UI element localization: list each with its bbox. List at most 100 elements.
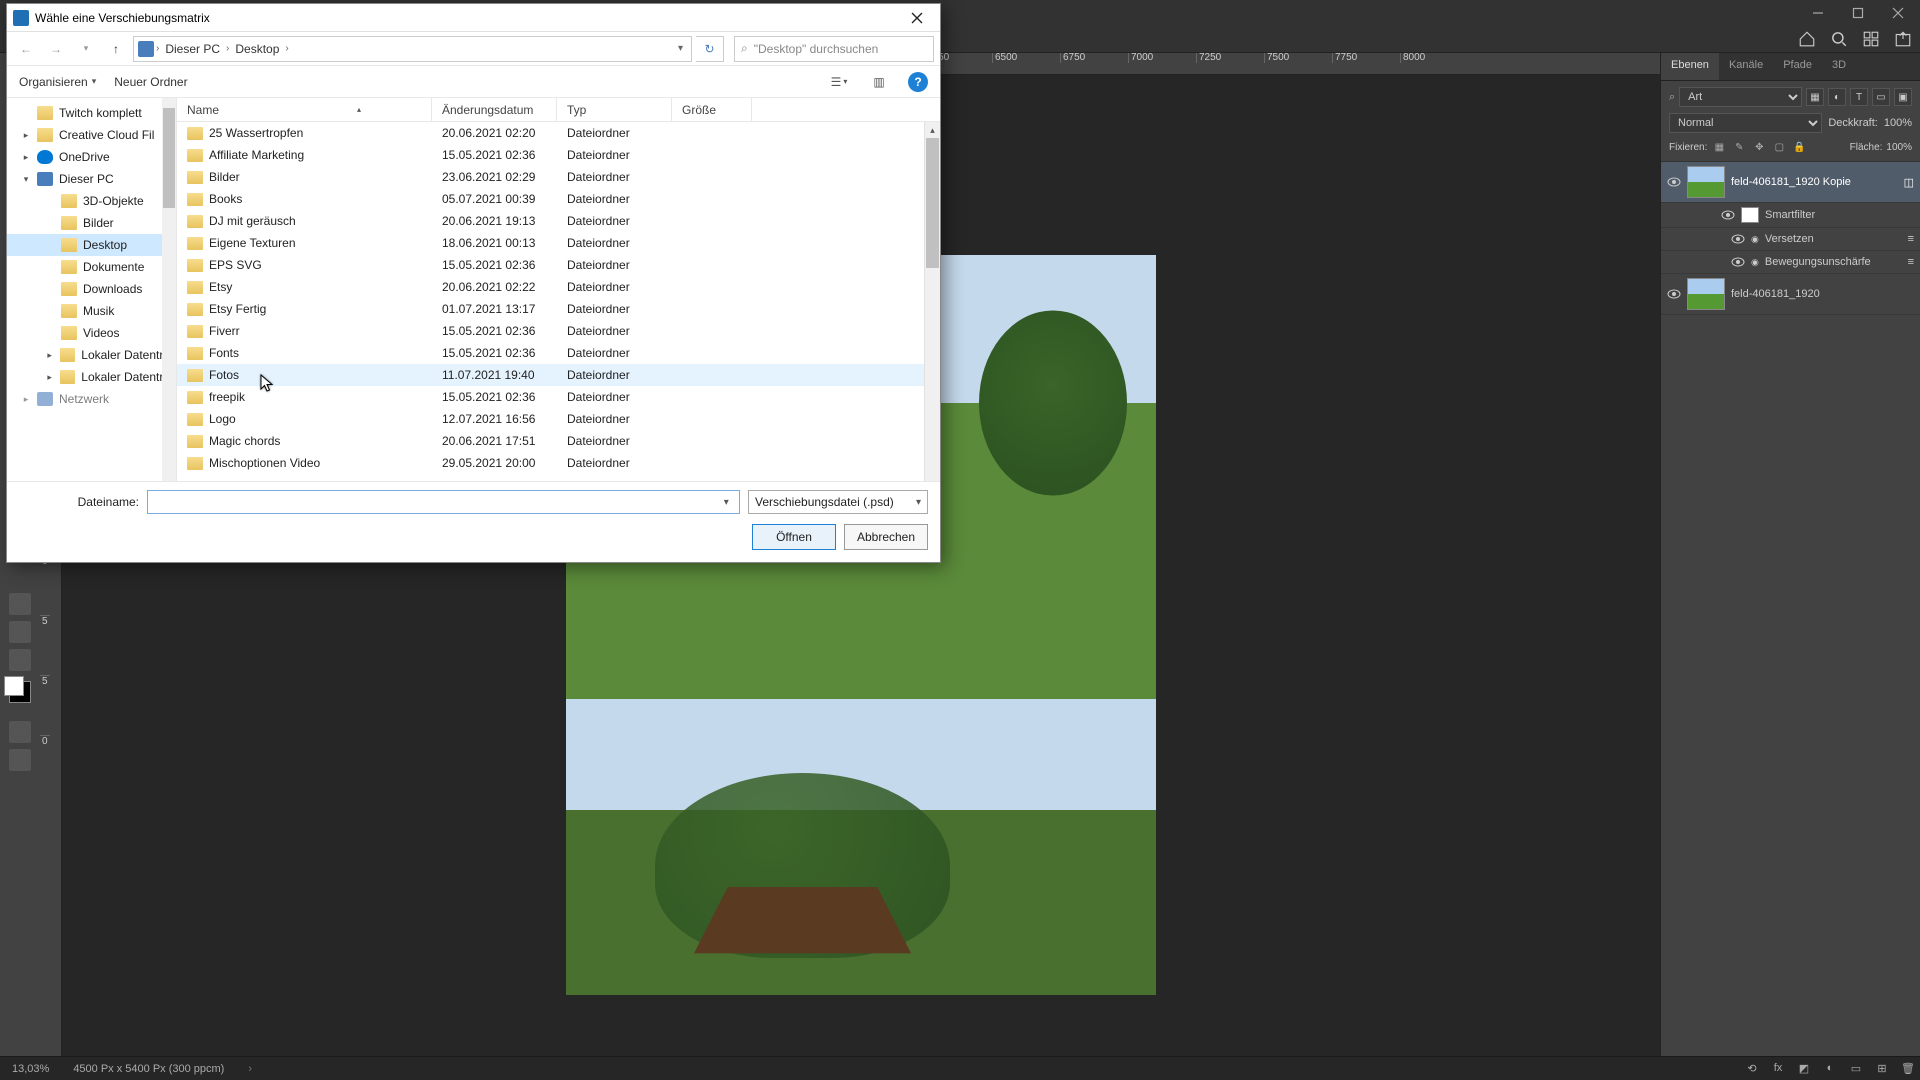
file-row[interactable]: DJ mit geräusch20.06.2021 19:13Dateiordn… — [177, 210, 940, 232]
open-button[interactable]: Öffnen — [752, 524, 836, 550]
file-row[interactable]: Fonts15.05.2021 02:36Dateiordner — [177, 342, 940, 364]
tree-item[interactable]: Dokumente — [7, 256, 176, 278]
file-row[interactable]: Magic chords20.06.2021 17:51Dateiordner — [177, 430, 940, 452]
blend-mode-select[interactable]: Normal — [1669, 113, 1822, 133]
filename-input[interactable]: ▾ — [147, 490, 740, 514]
tab-ebenen[interactable]: Ebenen — [1661, 53, 1719, 80]
opacity-value[interactable]: 100% — [1884, 117, 1912, 129]
layer-row[interactable]: feld-406181_1920 — [1661, 274, 1920, 315]
color-swatch[interactable] — [9, 681, 31, 703]
filter-pixel-icon[interactable]: ▦ — [1806, 88, 1824, 106]
tree-item[interactable]: ▸OneDrive — [7, 146, 176, 168]
layer-filter-kind[interactable]: Art — [1679, 87, 1802, 107]
tree-item[interactable]: 3D-Objekte — [7, 190, 176, 212]
filter-adjust-icon[interactable]: ◐ — [1828, 88, 1846, 106]
maximize-button[interactable] — [1838, 2, 1878, 24]
filter-options-icon[interactable]: ≡ — [1908, 256, 1914, 268]
lock-transparency-icon[interactable]: ▦ — [1711, 139, 1727, 155]
group-icon[interactable]: ▭ — [1848, 1060, 1864, 1076]
fx-icon[interactable]: fx — [1770, 1060, 1786, 1076]
file-row[interactable]: Fiverr15.05.2021 02:36Dateiordner — [177, 320, 940, 342]
visibility-eye-icon[interactable] — [1721, 208, 1735, 222]
tool-icon[interactable] — [9, 749, 31, 771]
tab-3d[interactable]: 3D — [1822, 53, 1856, 80]
chevron-down-icon[interactable]: ▾ — [73, 36, 99, 62]
folder-tree[interactable]: Twitch komplett▸Creative Cloud Fil▸OneDr… — [7, 98, 177, 481]
file-row[interactable]: EPS SVG15.05.2021 02:36Dateiordner — [177, 254, 940, 276]
tool-icon[interactable] — [9, 649, 31, 671]
scrollbar[interactable] — [162, 98, 176, 481]
tree-item[interactable]: ▸Netzwerk — [7, 388, 176, 410]
tree-item[interactable]: ▸Creative Cloud Fil — [7, 124, 176, 146]
file-row[interactable]: Etsy20.06.2021 02:22Dateiordner — [177, 276, 940, 298]
layer-row[interactable]: Smartfilter — [1661, 203, 1920, 228]
filter-options-icon[interactable]: ≡ — [1908, 233, 1914, 245]
file-row[interactable]: Mischoptionen Video29.05.2021 20:00Datei… — [177, 452, 940, 474]
chevron-down-icon[interactable]: ▾ — [718, 497, 735, 508]
mask-icon[interactable]: ◩ — [1796, 1060, 1812, 1076]
chevron-right-icon[interactable]: › — [156, 43, 159, 54]
dialog-close-button[interactable] — [900, 6, 934, 30]
adjustment-icon[interactable]: ◐ — [1822, 1060, 1838, 1076]
new-folder-button[interactable]: Neuer Ordner — [114, 75, 187, 89]
breadcrumb-pc[interactable]: Dieser PC — [161, 40, 224, 58]
nav-forward-button[interactable]: → — [43, 36, 69, 62]
scrollbar[interactable]: ▴ ▾ — [924, 122, 940, 481]
cancel-button[interactable]: Abbrechen — [844, 524, 928, 550]
tool-icon[interactable] — [9, 593, 31, 615]
filetype-select[interactable]: Verschiebungsdatei (.psd) ▾ — [748, 490, 928, 514]
address-bar[interactable]: › Dieser PC › Desktop › ▾ — [133, 36, 692, 62]
lock-artboard-icon[interactable]: ▢ — [1771, 139, 1787, 155]
filter-type-icon[interactable]: T — [1850, 88, 1868, 106]
share-icon[interactable] — [1894, 30, 1912, 48]
file-row[interactable]: 25 Wassertropfen20.06.2021 02:20Dateiord… — [177, 122, 940, 144]
tree-item[interactable]: ▸Lokaler Datenträ — [7, 366, 176, 388]
file-row[interactable]: Books05.07.2021 00:39Dateiordner — [177, 188, 940, 210]
visibility-eye-icon[interactable] — [1667, 175, 1681, 189]
tool-icon[interactable] — [9, 721, 31, 743]
tree-chevron-icon[interactable]: ▸ — [21, 394, 31, 405]
file-row[interactable]: Affiliate Marketing15.05.2021 02:36Datei… — [177, 144, 940, 166]
visibility-eye-icon[interactable] — [1667, 287, 1681, 301]
tree-chevron-icon[interactable]: ▸ — [45, 350, 54, 361]
chevron-right-icon[interactable]: › — [248, 1063, 252, 1075]
filter-smart-icon[interactable]: ▣ — [1894, 88, 1912, 106]
tree-item[interactable]: Desktop — [7, 234, 176, 256]
search-input[interactable]: ⌕ "Desktop" durchsuchen — [734, 36, 934, 62]
trash-icon[interactable]: 🗑 — [1900, 1060, 1916, 1076]
tree-chevron-icon[interactable]: ▸ — [21, 152, 31, 163]
column-size[interactable]: Größe — [672, 98, 752, 121]
visibility-eye-icon[interactable] — [1731, 255, 1745, 269]
file-row[interactable]: Etsy Fertig01.07.2021 13:17Dateiordner — [177, 298, 940, 320]
grid-icon[interactable] — [1862, 30, 1880, 48]
tab-pfade[interactable]: Pfade — [1773, 53, 1822, 80]
search-icon[interactable] — [1830, 30, 1848, 48]
link-icon[interactable]: ⟲ — [1744, 1060, 1760, 1076]
layer-row[interactable]: feld-406181_1920 Kopie◫ — [1661, 162, 1920, 203]
breadcrumb-folder[interactable]: Desktop — [231, 40, 283, 58]
tab-kanale[interactable]: Kanäle — [1719, 53, 1773, 80]
new-layer-icon[interactable]: ⊞ — [1874, 1060, 1890, 1076]
view-mode-button[interactable]: ☰ ▾ — [828, 71, 850, 93]
home-icon[interactable] — [1798, 30, 1816, 48]
column-date[interactable]: Änderungsdatum — [432, 98, 557, 121]
tree-item[interactable]: Bilder — [7, 212, 176, 234]
scroll-up-icon[interactable]: ▴ — [925, 122, 940, 138]
visibility-eye-icon[interactable] — [1731, 232, 1745, 246]
lock-all-icon[interactable]: 🔒 — [1791, 139, 1807, 155]
refresh-button[interactable]: ↻ — [696, 36, 724, 62]
tree-item[interactable]: Videos — [7, 322, 176, 344]
status-zoom[interactable]: 13,03% — [12, 1063, 49, 1075]
column-type[interactable]: Typ — [557, 98, 672, 121]
tree-item[interactable]: ▸Lokaler Datenträ — [7, 344, 176, 366]
status-docinfo[interactable]: 4500 Px x 5400 Px (300 ppcm) — [73, 1063, 224, 1075]
nav-up-button[interactable]: ↑ — [103, 36, 129, 62]
tree-item[interactable]: ▾Dieser PC — [7, 168, 176, 190]
tree-chevron-icon[interactable]: ▾ — [21, 174, 31, 185]
chevron-right-icon[interactable]: › — [285, 43, 288, 54]
preview-pane-button[interactable]: ▥ — [868, 71, 890, 93]
nav-back-button[interactable]: ← — [13, 36, 39, 62]
lock-position-icon[interactable]: ✥ — [1751, 139, 1767, 155]
close-button[interactable] — [1878, 2, 1918, 24]
tool-icon[interactable] — [9, 621, 31, 643]
